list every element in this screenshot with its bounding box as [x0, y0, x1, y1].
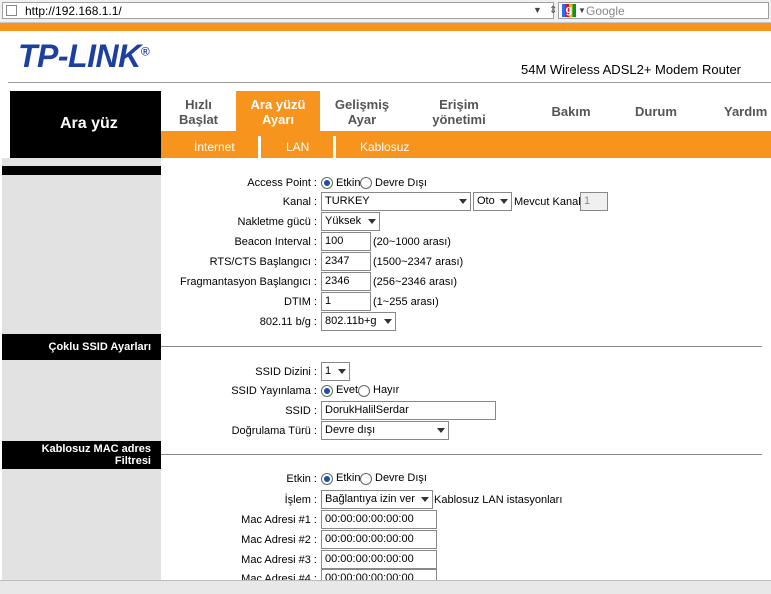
access-point-enable-label: Etkin: [336, 177, 361, 189]
tab-maintenance[interactable]: Bakım: [531, 91, 611, 131]
mac-address-input[interactable]: 00:00:00:00:00:00: [321, 550, 437, 569]
fragmentation-input[interactable]: 2346: [321, 272, 371, 291]
page-icon: [6, 5, 17, 16]
mac-address-input[interactable]: 00:00:00:00:00:00: [321, 530, 437, 549]
google-icon[interactable]: g: [562, 4, 576, 17]
mac-filter-enable-radio[interactable]: [321, 473, 333, 485]
tx-power-select[interactable]: Yüksek: [321, 212, 380, 231]
rts-threshold-input[interactable]: 2347: [321, 252, 371, 271]
mac-action-select[interactable]: Bağlantıya izin ver: [321, 490, 433, 509]
mac-address-label: Mac Adresi #3 :: [241, 554, 317, 566]
ssid-broadcast-yes-radio[interactable]: [321, 385, 333, 397]
channel-label: Kanal :: [282, 196, 317, 208]
search-box[interactable]: g ▼ Google: [558, 2, 769, 19]
top-orange-strip: [0, 23, 771, 31]
sub-nav: İnternet LAN Kablosuz: [161, 131, 771, 158]
rts-threshold-hint: (1500~2347 arası): [373, 256, 464, 268]
wireless-mode-label: 802.11 b/g :: [259, 316, 317, 328]
model-name: 54M Wireless ADSL2+ Modem Router: [521, 62, 742, 77]
tab-advanced-setup[interactable]: Gelişmiş Ayar: [320, 91, 404, 131]
mac-address-input[interactable]: 00:00:00:00:00:00: [321, 510, 437, 529]
mac-filter-section-header: Kablosuz MAC adres Filtresi: [2, 441, 161, 469]
subtab-separator: [333, 136, 336, 158]
tx-power-label: Nakletme gücü :: [237, 216, 317, 228]
address-text[interactable]: http://192.168.1.1/: [25, 4, 122, 18]
tab-access-management[interactable]: Erişim yönetimi: [404, 91, 514, 131]
beacon-interval-hint: (20~1000 arası): [373, 236, 451, 248]
access-point-disable-label: Devre Dışı: [375, 177, 427, 189]
section-title: Ara yüz: [60, 115, 118, 132]
section-divider: [161, 454, 762, 455]
mac-action-label: İşlem :: [284, 494, 317, 506]
subtab-separator: [258, 136, 261, 158]
wireless-mode-select[interactable]: 802.11b+g: [321, 312, 396, 331]
ssid-input[interactable]: DorukHalilSerdar: [321, 401, 496, 420]
subtab-lan[interactable]: LAN: [286, 140, 309, 154]
dtim-label: DTIM :: [284, 296, 317, 308]
header-divider: [8, 82, 771, 83]
browser-toolbar: http://192.168.1.1/ ▼ ⇕ g ▼ Google: [0, 0, 771, 23]
mac-filter-active-label: Etkin :: [286, 473, 317, 485]
section-title-box: Ara yüz: [10, 91, 161, 158]
mac-action-hint: Kablosuz LAN istasyonları: [434, 494, 563, 506]
address-bar[interactable]: http://192.168.1.1/ ▼ ⇕: [2, 2, 557, 19]
current-channel-field: 1: [580, 192, 608, 211]
channel-select[interactable]: Oto: [473, 192, 512, 211]
search-engine-dropdown-icon[interactable]: ▼: [578, 6, 586, 15]
auth-type-select[interactable]: Devre dışı: [321, 421, 449, 440]
mac-filter-disable-label: Devre Dışı: [375, 472, 427, 484]
dtim-input[interactable]: 1: [321, 292, 371, 311]
tab-quick-start[interactable]: Hızlı Başlat: [161, 91, 236, 131]
left-column-header: [2, 166, 161, 175]
left-column: [2, 158, 161, 593]
fragmentation-hint: (256~2346 arası): [373, 276, 458, 288]
mac-address-label: Mac Adresi #2 :: [241, 534, 317, 546]
ssid-broadcast-no-radio[interactable]: [358, 385, 370, 397]
ssid-label: SSID :: [285, 405, 317, 417]
ssid-index-select[interactable]: 1: [321, 362, 350, 381]
subtab-internet[interactable]: İnternet: [194, 140, 235, 154]
ssid-broadcast-yes-label: Evet: [336, 384, 359, 396]
beacon-interval-label: Beacon Interval :: [234, 236, 317, 248]
auth-type-label: Doğrulama Türü :: [231, 425, 317, 437]
rts-threshold-label: RTS/CTS Başlangıcı :: [209, 256, 317, 268]
horizontal-scrollbar[interactable]: [0, 580, 771, 594]
tab-status[interactable]: Durum: [616, 91, 696, 131]
mac-filter-enable-label: Etkin: [336, 472, 361, 484]
multi-ssid-section-header: Çoklu SSID Ayarları: [2, 334, 161, 360]
subtab-wireless[interactable]: Kablosuz: [360, 140, 409, 154]
mac-address-label: Mac Adresi #1 :: [241, 514, 317, 526]
access-point-enable-radio[interactable]: [321, 177, 333, 189]
main-nav: Hızlı Başlat Ara yüzü Ayarı Gelişmiş Ayar E…: [161, 91, 771, 131]
ssid-broadcast-no-label: Hayır: [373, 384, 400, 396]
search-placeholder[interactable]: Google: [586, 4, 625, 18]
dtim-hint: (1~255 arası): [373, 296, 439, 308]
channel-country-select[interactable]: TURKEY: [321, 192, 471, 211]
ssid-index-label: SSID Dizini :: [255, 366, 317, 378]
fragmentation-label: Fragmantasyon Başlangıcı :: [180, 276, 317, 288]
section-divider: [161, 346, 762, 347]
access-point-label: Access Point :: [247, 177, 317, 189]
go-arrows-icon[interactable]: ⇕: [549, 5, 557, 16]
beacon-interval-input[interactable]: 100: [321, 232, 371, 251]
access-point-disable-radio[interactable]: [360, 177, 372, 189]
tab-help[interactable]: Yardım: [709, 91, 771, 131]
history-dropdown-icon[interactable]: ▼: [533, 5, 542, 15]
tp-link-logo: TP-LINK®: [18, 38, 150, 74]
tab-interface-setup[interactable]: Ara yüzü Ayarı: [236, 91, 320, 131]
current-channel-label: Mevcut Kanal: [514, 196, 581, 208]
ssid-broadcast-label: SSID Yayınlama :: [231, 385, 317, 397]
mac-filter-disable-radio[interactable]: [360, 473, 372, 485]
